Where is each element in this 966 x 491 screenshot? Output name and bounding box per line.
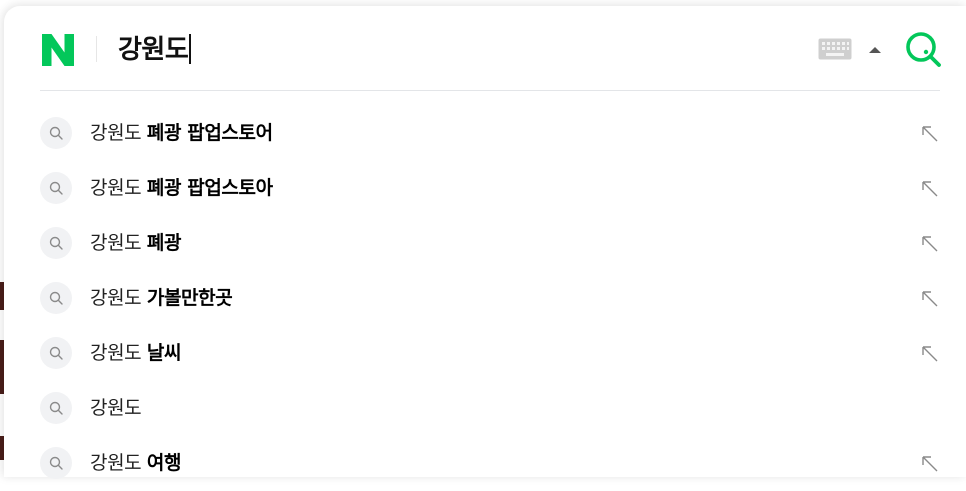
suggestion-prefix: 강원도	[90, 177, 142, 199]
suggestion-completion: 날씨	[146, 342, 182, 364]
suggestion-list: 강원도 폐광 팝업스토어 강원도 폐광 팝업스토아 강원도 폐광 강원도 가볼만…	[40, 106, 940, 491]
suggestion-prefix: 강원도	[90, 287, 142, 309]
arrow-up-left-icon[interactable]	[920, 289, 940, 309]
search-panel: 강원도 강원도 폐광 팝업스토어 강원도 폐광 팝업스토아 강원도 폐광 강원도…	[4, 6, 966, 479]
suggestion-item[interactable]: 강원도 여행	[40, 436, 940, 491]
suggestion-prefix: 강원도	[90, 232, 142, 254]
magnifier-icon	[40, 337, 72, 369]
search-bar: 강원도	[40, 6, 942, 91]
text-caret	[189, 34, 191, 64]
caret-up-icon	[869, 47, 881, 53]
suggestion-item[interactable]: 강원도 폐광 팝업스토아	[40, 161, 940, 216]
suggestion-prefix: 강원도	[90, 122, 142, 144]
suggestion-prefix: 강원도	[90, 397, 142, 419]
magnifier-icon	[40, 447, 72, 479]
suggestion-text: 강원도 폐광	[90, 216, 181, 271]
arrow-up-left-icon[interactable]	[920, 234, 940, 254]
suggestion-completion: 폐광 팝업스토어	[146, 122, 273, 144]
keyboard-icon	[818, 38, 852, 60]
magnifier-icon	[40, 117, 72, 149]
suggestion-text: 강원도 폐광 팝업스토어	[90, 106, 273, 161]
suggestion-completion: 폐광 팝업스토아	[146, 177, 273, 199]
suggestion-prefix: 강원도	[90, 452, 142, 474]
magnifier-icon	[40, 172, 72, 204]
suggestion-prefix: 강원도	[90, 342, 142, 364]
suggestion-text: 강원도 가볼만한곳	[90, 271, 233, 326]
suggestion-completion: 여행	[146, 452, 182, 474]
suggestion-text: 강원도 여행	[90, 436, 181, 491]
arrow-up-left-icon[interactable]	[920, 454, 940, 474]
keyboard-button[interactable]	[818, 38, 852, 60]
search-icon	[906, 32, 941, 67]
search-button[interactable]	[904, 30, 942, 68]
suggestion-completion: 가볼만한곳	[146, 287, 233, 309]
search-input[interactable]: 강원도	[118, 30, 191, 70]
naver-logo[interactable]	[40, 32, 76, 68]
magnifier-icon	[40, 392, 72, 424]
suggestion-item[interactable]: 강원도 폐광 팝업스토어	[40, 106, 940, 161]
suggestion-item[interactable]: 강원도 폐광	[40, 216, 940, 271]
arrow-up-left-icon[interactable]	[920, 179, 940, 199]
arrow-up-left-icon[interactable]	[920, 344, 940, 364]
suggestion-item[interactable]: 강원도 가볼만한곳	[40, 271, 940, 326]
expand-toggle-button[interactable]	[866, 42, 884, 56]
logo-divider	[96, 36, 97, 62]
suggestion-item[interactable]: 강원도	[40, 381, 940, 436]
suggestion-item[interactable]: 강원도 날씨	[40, 326, 940, 381]
suggestion-completion: 폐광	[146, 232, 182, 254]
arrow-up-left-icon[interactable]	[920, 124, 940, 144]
naver-n-logo-icon	[42, 34, 74, 66]
search-query-text: 강원도	[118, 35, 189, 65]
magnifier-icon	[40, 282, 72, 314]
suggestion-text: 강원도	[90, 381, 142, 436]
suggestion-text: 강원도 폐광 팝업스토아	[90, 161, 273, 216]
magnifier-icon	[40, 227, 72, 259]
suggestion-text: 강원도 날씨	[90, 326, 181, 381]
